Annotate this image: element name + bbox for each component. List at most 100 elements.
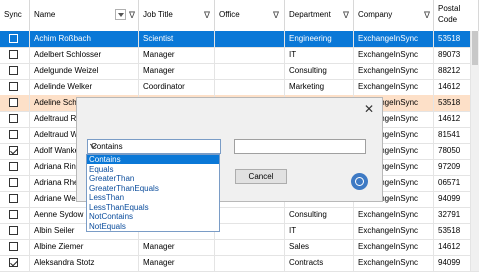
zip-cell: 14612 (434, 79, 471, 95)
sync-checkbox[interactable] (9, 98, 18, 107)
operator-option[interactable]: LessThanEquals (87, 203, 219, 212)
sync-checkbox[interactable] (9, 82, 18, 91)
sync-checkbox[interactable] (9, 34, 18, 43)
table-row[interactable]: Aenne Sydow Consulting ExchangeInSync 32791 (0, 207, 479, 224)
sync-cell (0, 63, 30, 79)
column-header-department[interactable]: Department ∇ (285, 0, 354, 31)
filter-icon[interactable]: ∇ (204, 10, 210, 21)
column-header-department-label: Department (289, 10, 331, 19)
office-cell (215, 207, 285, 223)
sync-checkbox[interactable] (9, 146, 18, 155)
column-header-company[interactable]: Company ∇ (354, 0, 434, 31)
filter-icon[interactable]: ∇ (343, 10, 349, 21)
operator-option[interactable]: GreaterThanEquals (87, 184, 219, 193)
zip-cell: 32791 (434, 207, 471, 223)
name-cell: Aleksandra Stotz (30, 255, 139, 271)
office-cell (215, 79, 285, 95)
sync-checkbox[interactable] (9, 194, 18, 203)
grid-header: Sync Name ∇ Job Title ∇ Office ∇ Departm… (0, 0, 479, 32)
chevron-down-icon[interactable] (115, 9, 126, 20)
operator-option[interactable]: NotContains (87, 212, 219, 221)
zip-cell: 06571 (434, 175, 471, 191)
operator-option[interactable]: LessThan (87, 193, 219, 202)
column-header-office[interactable]: Office ∇ (215, 0, 285, 31)
filter-icon[interactable]: ∇ (424, 10, 430, 21)
sync-cell (0, 191, 30, 207)
operator-option[interactable]: Contains (87, 155, 219, 164)
table-row[interactable]: Achim Roßbach Scientist Engineering Exchang… (0, 31, 479, 48)
sync-checkbox[interactable] (9, 226, 18, 235)
zip-cell: 94099 (434, 255, 471, 271)
company-cell: ExchangeInSync (354, 207, 434, 223)
office-cell (215, 63, 285, 79)
job-cell: Scientist (139, 31, 215, 47)
close-icon[interactable]: ✕ (364, 102, 374, 116)
table-row[interactable]: Adelgunde Weizel Manager Consulting Exchang… (0, 63, 479, 80)
operator-option[interactable]: GreaterThan (87, 174, 219, 183)
sync-checkbox[interactable] (9, 258, 18, 267)
column-header-postal-code-label: Postal Code (438, 3, 460, 25)
company-cell: ExchangeInSync (354, 47, 434, 63)
filter-value-input[interactable] (234, 139, 366, 154)
scrollbar-thumb[interactable] (472, 31, 478, 65)
zip-cell: 81541 (434, 127, 471, 143)
job-cell: Coordinator (139, 79, 215, 95)
filter-icon[interactable]: ∇ (273, 10, 279, 21)
dept-cell: IT (285, 223, 354, 239)
job-cell: Manager (139, 47, 215, 63)
dept-cell: Sales (285, 239, 354, 255)
sync-cell (0, 47, 30, 63)
operator-dropdown[interactable]: Contains (87, 139, 221, 154)
company-cell: ExchangeInSync (354, 79, 434, 95)
cancel-button[interactable]: Cancel (235, 169, 287, 184)
column-header-sync[interactable]: Sync (0, 0, 30, 31)
sync-checkbox[interactable] (9, 178, 18, 187)
sync-cell (0, 207, 30, 223)
table-row[interactable]: Aleksandra Stotz Manager Contracts Exchange… (0, 255, 479, 272)
company-cell: ExchangeInSync (354, 255, 434, 271)
operator-option[interactable]: NotEquals (87, 222, 219, 231)
name-cell: Adelgunde Weizel (30, 63, 139, 79)
vertical-scrollbar[interactable] (471, 31, 479, 271)
column-header-job-title[interactable]: Job Title ∇ (139, 0, 215, 31)
sync-checkbox[interactable] (9, 130, 18, 139)
sync-checkbox[interactable] (9, 210, 18, 219)
zip-cell: 53518 (434, 95, 471, 111)
company-cell: ExchangeInSync (354, 223, 434, 239)
table-row[interactable]: Albine Ziemer Manager Sales ExchangeInSync 1… (0, 239, 479, 256)
sync-checkbox[interactable] (9, 242, 18, 251)
sync-cell (0, 95, 30, 111)
help-icon[interactable] (351, 173, 368, 190)
name-cell: Adelbert Schlosser (30, 47, 139, 63)
sync-cell (0, 31, 30, 47)
name-cell: Adelinde Welker (30, 79, 139, 95)
dept-cell: Consulting (285, 207, 354, 223)
operator-option[interactable]: Equals (87, 165, 219, 174)
sync-checkbox[interactable] (9, 50, 18, 59)
sync-checkbox[interactable] (9, 66, 18, 75)
column-header-postal-code[interactable]: Postal Code (434, 0, 479, 31)
table-row[interactable]: Albin Seiler IT ExchangeInSync 53518 (0, 223, 479, 240)
operator-options-list[interactable]: Contains Equals GreaterThan GreaterThanEqua… (86, 154, 220, 232)
zip-cell: 89073 (434, 47, 471, 63)
sync-cell (0, 79, 30, 95)
zip-cell: 97209 (434, 159, 471, 175)
table-row[interactable]: Adelbert Schlosser Manager IT ExchangeInSyn… (0, 47, 479, 64)
company-cell: ExchangeInSync (354, 31, 434, 47)
postal-line-1: Postal (438, 4, 461, 13)
column-header-name-label: Name (34, 10, 56, 19)
office-cell (215, 223, 285, 239)
sync-cell (0, 127, 30, 143)
dept-cell: Engineering (285, 31, 354, 47)
column-header-sync-label: Sync (4, 10, 22, 19)
zip-cell: 94099 (434, 191, 471, 207)
filter-icon[interactable]: ∇ (129, 10, 135, 21)
office-cell (215, 239, 285, 255)
table-row[interactable]: Adelinde Welker Coordinator Marketing Excha… (0, 79, 479, 96)
sync-cell (0, 111, 30, 127)
zip-cell: 53518 (434, 31, 471, 47)
sync-checkbox[interactable] (9, 114, 18, 123)
column-header-name[interactable]: Name ∇ (30, 0, 139, 31)
sync-checkbox[interactable] (9, 162, 18, 171)
sync-cell (0, 159, 30, 175)
